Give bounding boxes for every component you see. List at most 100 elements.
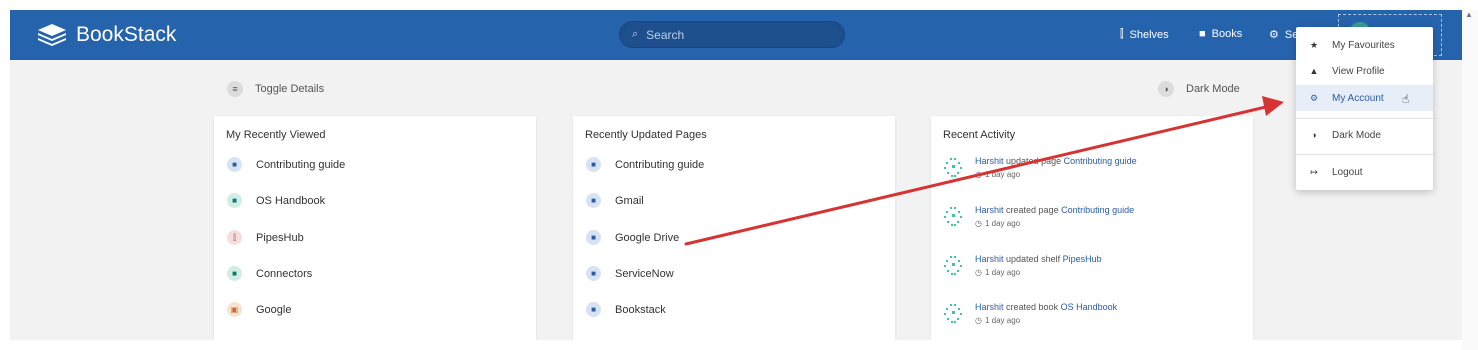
activity-target-link[interactable]: OS Handbook xyxy=(1061,302,1118,312)
list-item[interactable]: ■ Google Drive xyxy=(586,230,679,245)
page-icon: ■ xyxy=(586,302,601,317)
clock-icon: ◷ xyxy=(975,316,982,325)
star-icon: ★ xyxy=(1309,39,1319,50)
dark-mode-button[interactable]: ◑ Dark Mode xyxy=(1158,81,1240,97)
search-input[interactable]: ⌕ Search xyxy=(619,21,845,48)
activity-action: updated shelf xyxy=(1006,254,1061,264)
menu-item-my-favourites[interactable]: ★ My Favourites xyxy=(1296,32,1433,58)
top-header: BookStack ⌕ Search ⫿ Shelves ■ Books ⚙ S… xyxy=(10,10,1462,60)
menu-item-label: View Profile xyxy=(1332,65,1385,77)
menu-item-view-profile[interactable]: ▲ View Profile xyxy=(1296,58,1433,84)
nav-settings-link[interactable]: ⚙ Se xyxy=(1269,28,1298,42)
item-label: ServiceNow xyxy=(615,267,674,280)
nav-books-link[interactable]: ■ Books xyxy=(1199,28,1242,40)
user-link[interactable]: Harshit xyxy=(975,302,1004,312)
recently-viewed-card: My Recently Viewed ■ Contributing guide … xyxy=(214,116,536,340)
avatar xyxy=(944,304,962,323)
activity-item: Harshit created book OS Handbook ◷ 1 day … xyxy=(943,300,1117,328)
menu-item-label: My Account xyxy=(1332,92,1384,104)
nav-shelves-link[interactable]: ⫿ Shelves xyxy=(1120,28,1169,41)
menu-item-label: Dark Mode xyxy=(1332,129,1381,141)
user-link[interactable]: Harshit xyxy=(975,205,1004,215)
menu-item-label: Logout xyxy=(1332,166,1363,178)
menu-item-label: My Favourites xyxy=(1332,39,1395,51)
books-icon: ■ xyxy=(1199,28,1206,40)
activity-item: Harshit updated page Contributing guide … xyxy=(943,154,1137,182)
book-icon: ■ xyxy=(227,266,242,281)
bookstack-app: BookStack ⌕ Search ⫿ Shelves ■ Books ⚙ S… xyxy=(10,10,1462,340)
item-label: Contributing guide xyxy=(615,158,705,171)
toggle-details-label: Toggle Details xyxy=(255,83,325,95)
menu-divider xyxy=(1296,118,1433,119)
page-icon: ■ xyxy=(227,157,242,172)
book-icon: ■ xyxy=(227,193,242,208)
clock-icon: ◷ xyxy=(975,170,982,179)
shelves-icon: ⫿ xyxy=(1120,28,1124,40)
list-item[interactable]: ■ Connectors xyxy=(227,266,312,281)
activity-action: created book xyxy=(1006,302,1059,312)
page-icon: ■ xyxy=(586,230,601,245)
user-link[interactable]: Harshit xyxy=(975,254,1004,264)
list-item[interactable]: ▣ Google xyxy=(227,302,291,317)
list-item[interactable]: ■ Bookstack xyxy=(586,302,666,317)
list-item[interactable]: ⫿ PipesHub xyxy=(227,230,304,245)
activity-item: Harshit created page Contributing guide … xyxy=(943,203,1134,231)
activity-target-link[interactable]: PipesHub xyxy=(1063,254,1102,264)
nav-shelves-label: Shelves xyxy=(1129,28,1169,41)
avatar xyxy=(944,256,962,275)
list-item[interactable]: ■ ServiceNow xyxy=(586,266,674,281)
search-placeholder: Search xyxy=(646,27,685,42)
recent-activity-card: Recent Activity Harshit updated page Con… xyxy=(931,116,1253,340)
dark-mode-label: Dark Mode xyxy=(1186,83,1240,95)
gear-icon: ⚙ xyxy=(1269,29,1279,41)
moon-icon: ◑ xyxy=(1158,81,1174,97)
user-link[interactable]: Harshit xyxy=(975,156,1004,166)
shelf-icon: ⫿ xyxy=(227,230,242,245)
item-label: Connectors xyxy=(256,267,313,280)
item-label: PipesHub xyxy=(256,231,304,244)
list-item[interactable]: ■ Gmail xyxy=(586,193,644,208)
user-cog-icon: ⚙ xyxy=(1309,92,1319,103)
moon-icon: ◑ xyxy=(1311,130,1317,140)
brand-home-link[interactable]: BookStack xyxy=(36,22,176,48)
activity-action: updated page xyxy=(1006,156,1062,166)
activity-target-link[interactable]: Contributing guide xyxy=(1061,205,1134,215)
search-icon: ⌕ xyxy=(632,28,639,40)
list-item[interactable]: ■ OS Handbook xyxy=(227,193,325,208)
page-icon: ■ xyxy=(586,193,601,208)
menu-divider xyxy=(1296,154,1433,155)
recently-updated-card: Recently Updated Pages ■ Contributing gu… xyxy=(573,116,895,340)
bookstack-logo-icon xyxy=(38,24,66,46)
page-scrollbar[interactable]: ▲ xyxy=(1462,10,1478,350)
item-label: Google Drive xyxy=(615,231,680,244)
item-label: Contributing guide xyxy=(256,158,346,171)
card-title: Recent Activity xyxy=(943,129,1016,141)
activity-time: 1 day ago xyxy=(984,219,1021,228)
logout-icon: ↦ xyxy=(1310,166,1318,177)
list-icon: ≡ xyxy=(227,81,243,97)
menu-item-my-account[interactable]: ⚙ My Account ☝ xyxy=(1296,85,1433,111)
item-label: Google xyxy=(256,303,292,316)
item-label: OS Handbook xyxy=(256,194,326,207)
clock-icon: ◷ xyxy=(975,268,982,277)
activity-time: 1 day ago xyxy=(984,170,1021,179)
nav-books-label: Books xyxy=(1211,28,1243,40)
activity-action: created page xyxy=(1006,205,1059,215)
toggle-details-button[interactable]: ≡ Toggle Details xyxy=(227,81,324,97)
item-label: Gmail xyxy=(615,194,644,207)
menu-item-dark-mode[interactable]: ◑ Dark Mode xyxy=(1296,122,1433,148)
page-icon: ■ xyxy=(586,157,601,172)
avatar xyxy=(944,158,962,177)
chapter-icon: ▣ xyxy=(227,302,242,317)
hand-cursor-icon: ☝ xyxy=(1402,92,1410,106)
list-item[interactable]: ■ Contributing guide xyxy=(227,157,345,172)
avatar xyxy=(944,207,962,226)
menu-item-logout[interactable]: ↦ Logout xyxy=(1296,159,1433,185)
list-item[interactable]: ■ Contributing guide xyxy=(586,157,704,172)
scroll-up-arrow-icon[interactable]: ▲ xyxy=(1465,10,1473,19)
activity-target-link[interactable]: Contributing guide xyxy=(1064,156,1137,166)
clock-icon: ◷ xyxy=(975,219,982,228)
activity-item: Harshit updated shelf PipesHub ◷ 1 day ag… xyxy=(943,252,1102,280)
activity-time: 1 day ago xyxy=(984,268,1021,277)
card-title: Recently Updated Pages xyxy=(585,129,707,141)
